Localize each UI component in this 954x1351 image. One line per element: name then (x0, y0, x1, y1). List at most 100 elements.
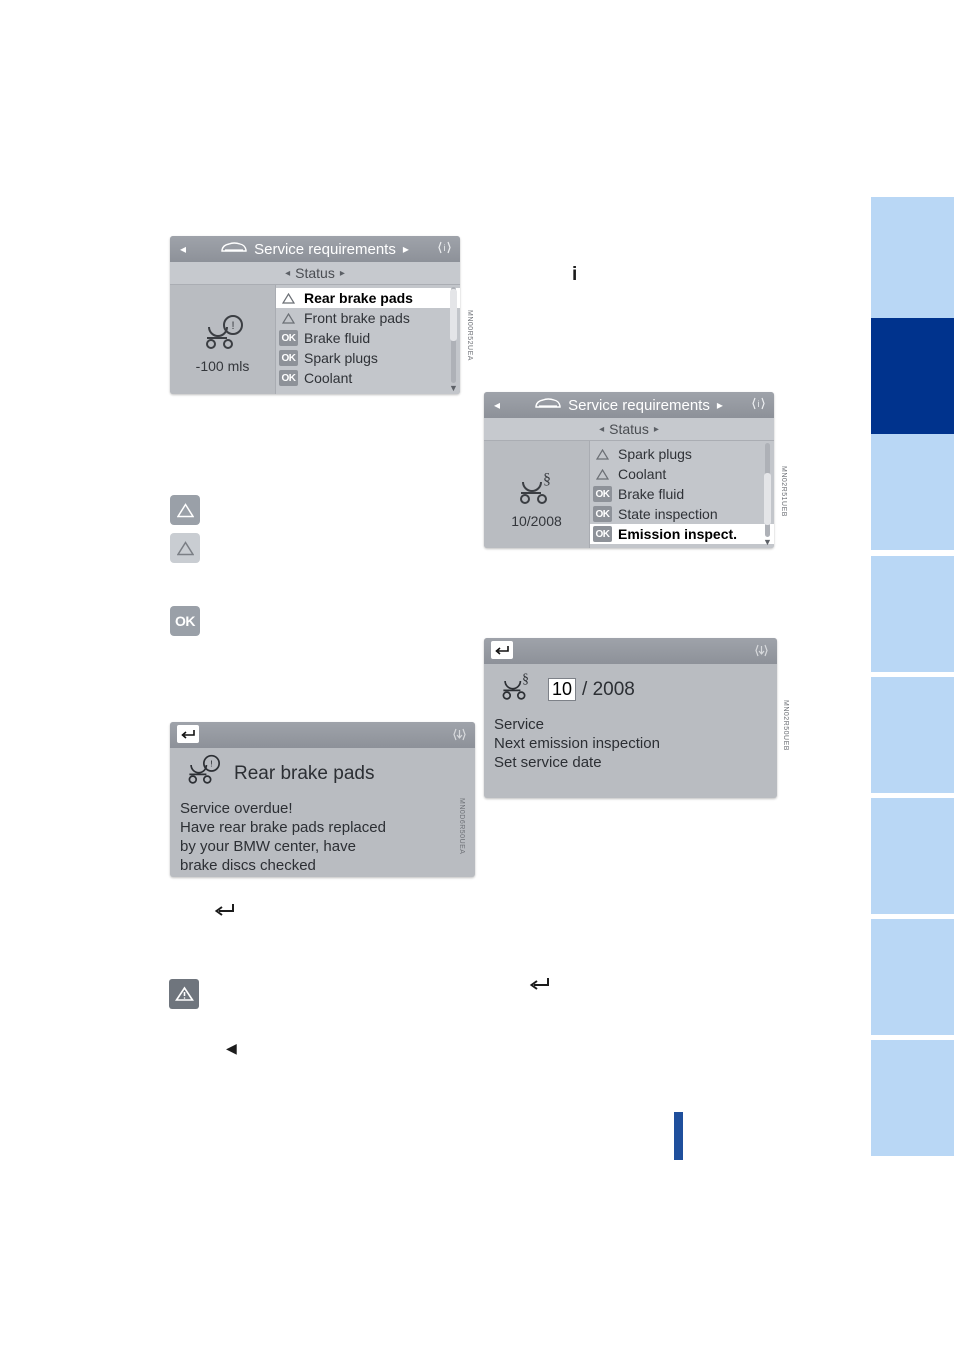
screen4-caption-code: MN02R50UEB (782, 700, 789, 751)
screen2-caption-code: MN02R51UEB (780, 466, 787, 517)
screen3-lines: Service overdue! Have rear brake pads re… (170, 796, 475, 877)
svg-text:§: § (522, 671, 529, 686)
screen4-line-3[interactable]: Set service date (494, 753, 777, 772)
warning-triangle-icon (279, 310, 298, 326)
screen2-body: § 10/2008 Spark plugs Coolant OK Brake f… (484, 441, 774, 548)
screen4-line-1[interactable]: Service (494, 715, 777, 734)
month-field[interactable]: 10 (548, 678, 577, 701)
list-item[interactable]: OK Brake fluid (590, 484, 774, 504)
svg-text:i: i (758, 399, 760, 409)
prev-arrow-icon[interactable]: ◂ (494, 398, 500, 412)
next-arrow-icon[interactable]: ▸ (403, 242, 409, 256)
screen1-titlebar: ◂ Service requirements ▸ i (170, 236, 460, 262)
back-arrow-glyph-left (214, 901, 236, 924)
scroll-down-icon[interactable] (754, 643, 769, 661)
screen4-date: 10 / 2008 (548, 678, 635, 701)
scroll-down-icon[interactable] (452, 727, 467, 745)
tab-2[interactable] (871, 318, 954, 434)
info-i-glyph: i (572, 264, 578, 285)
screen2-value: 10/2008 (511, 513, 562, 529)
back-button[interactable] (491, 641, 513, 659)
list-item-label: Coolant (304, 370, 353, 386)
sub-prev-icon[interactable]: ◂ (285, 268, 290, 279)
sub-next-icon[interactable]: ▸ (654, 424, 659, 435)
warning-triangle-symbol-outline (170, 533, 200, 563)
list-item[interactable]: OK State inspection (590, 504, 774, 524)
screen1-body: ! -100 mls Rear brake pads Front brake p… (170, 285, 460, 394)
car-icon (535, 397, 561, 414)
screen1-subbar: ◂ Status ▸ (170, 262, 460, 285)
screen3-header: ! Rear brake pads (170, 748, 475, 796)
back-button[interactable] (177, 725, 199, 743)
scroll-down-icon[interactable]: ▼ (763, 537, 772, 547)
ok-badge-icon: OK (279, 370, 298, 386)
left-caret-glyph: ◀ (226, 1040, 237, 1056)
screen2-titlebar: ◂ Service requirements ▸ i (484, 392, 774, 418)
ok-symbol: OK (170, 606, 200, 636)
info-icon[interactable]: i (437, 240, 452, 258)
tab-5[interactable] (871, 677, 954, 793)
prev-arrow-icon[interactable]: ◂ (180, 242, 186, 256)
side-tab-strip (856, 0, 954, 1351)
sub-prev-icon[interactable]: ◂ (599, 424, 604, 435)
car-icon (221, 241, 247, 258)
scrollbar[interactable]: ▼ (763, 443, 772, 547)
ok-badge-icon: OK (593, 506, 612, 522)
scrollbar-thumb[interactable] (450, 289, 457, 341)
screen4-line-2[interactable]: Next emission inspection (494, 734, 777, 753)
list-item-label: State inspection (618, 506, 718, 522)
screen1-caption-code: MN00R52UEA (466, 310, 473, 361)
screen4-lines: Service Next emission inspection Set ser… (484, 712, 777, 782)
list-item-label: Spark plugs (618, 446, 692, 462)
list-item-label: Emission inspect. (618, 526, 738, 542)
ok-badge-icon: OK (593, 526, 612, 542)
scroll-down-icon[interactable]: ▼ (449, 383, 458, 393)
list-item[interactable]: OK Coolant (276, 368, 460, 388)
next-arrow-icon[interactable]: ▸ (717, 398, 723, 412)
brake-pad-warning-icon: ! (197, 312, 249, 356)
warning-triangle-icon (593, 446, 612, 462)
screen3-heading: Rear brake pads (234, 762, 375, 784)
info-icon[interactable]: i (751, 396, 766, 414)
list-item[interactable]: OK Spark plugs (276, 348, 460, 368)
screen3-line-2: Have rear brake pads replaced (180, 819, 386, 836)
screen3-titlebar (170, 722, 475, 748)
ok-badge-icon: OK (279, 350, 298, 366)
list-item-label: Spark plugs (304, 350, 378, 366)
tab-1[interactable] (871, 197, 954, 324)
tab-4[interactable] (871, 556, 954, 672)
list-item-label: Coolant (618, 466, 667, 482)
tab-7[interactable] (871, 919, 954, 1035)
screen4-titlebar (484, 638, 777, 664)
screen-service-date-detail: § 10 / 2008 Service Next emission inspec… (484, 638, 777, 798)
screen2-subbar: ◂ Status ▸ (484, 418, 774, 441)
screen1-value: -100 mls (195, 358, 250, 374)
emission-inspection-icon: § (494, 670, 540, 709)
tab-8[interactable] (871, 1040, 954, 1156)
list-item-label: Brake fluid (618, 486, 685, 502)
brake-pad-warning-icon: ! (180, 754, 226, 793)
svg-text:!: ! (210, 759, 213, 769)
list-item-label: Front brake pads (304, 310, 410, 326)
svg-text:!: ! (231, 320, 234, 332)
list-item[interactable]: Rear brake pads (276, 288, 460, 308)
list-item[interactable]: Spark plugs (590, 444, 774, 464)
screen-service-requirements-status-2: ◂ Service requirements ▸ i ◂ Status ▸ § (484, 392, 774, 548)
tab-6[interactable] (871, 798, 954, 914)
list-item[interactable]: OK Brake fluid (276, 328, 460, 348)
scrollbar-thumb[interactable] (764, 473, 771, 525)
year-text: / 2008 (582, 678, 635, 700)
screen3-line-3: by your BMW center, have (180, 838, 356, 855)
back-arrow-glyph-right (529, 975, 551, 998)
scrollbar[interactable]: ▼ (449, 287, 458, 393)
screen1-left-pane: ! -100 mls (170, 285, 275, 394)
list-item[interactable]: OK Emission inspect. (590, 524, 774, 544)
screen2-list: Spark plugs Coolant OK Brake fluid OK St… (589, 441, 774, 548)
tab-3[interactable] (871, 434, 954, 550)
warning-triangle-icon (593, 466, 612, 482)
list-item-label: Rear brake pads (304, 290, 413, 306)
sub-next-icon[interactable]: ▸ (340, 268, 345, 279)
list-item[interactable]: Front brake pads (276, 308, 460, 328)
list-item[interactable]: Coolant (590, 464, 774, 484)
screen3-line-4: brake discs checked (180, 857, 316, 874)
